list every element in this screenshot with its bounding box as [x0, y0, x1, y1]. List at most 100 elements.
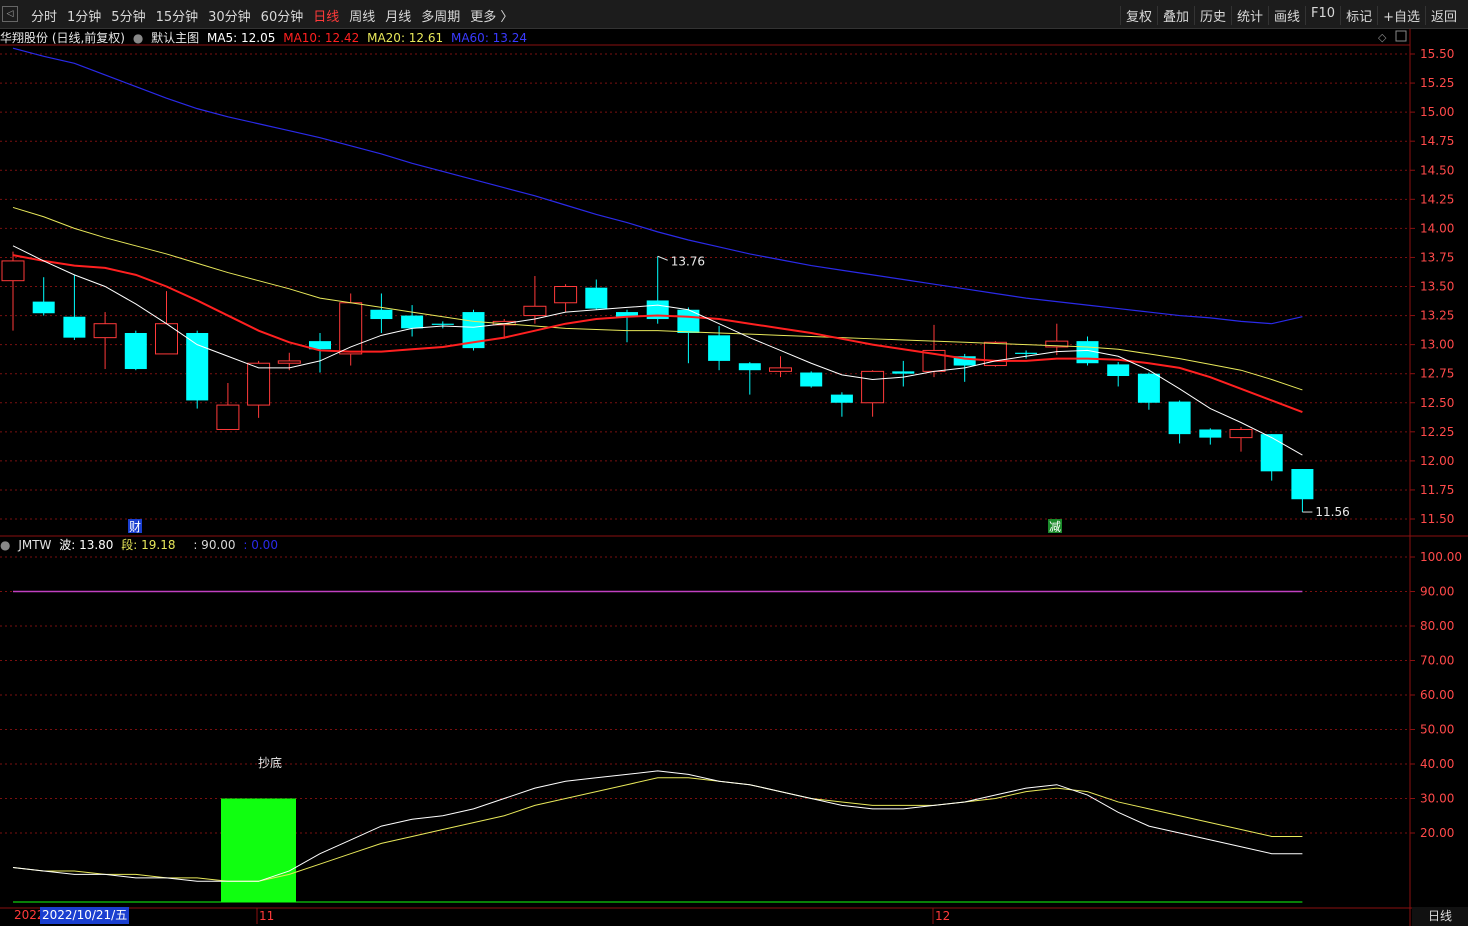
- candle-body: [892, 371, 915, 374]
- period-tab[interactable]: 15分钟: [151, 6, 204, 25]
- ma10-label: MA10: 12.42: [283, 31, 360, 45]
- candle-body: [1229, 428, 1253, 439]
- indicator-axis-label: 30.00: [1420, 792, 1454, 806]
- ma60-line: [12, 47, 1303, 325]
- candle-body: [953, 356, 976, 366]
- tool-button[interactable]: 返回: [1424, 6, 1462, 25]
- indicator-axis-label: 60.00: [1420, 688, 1454, 702]
- price-axis-label: 12.50: [1420, 396, 1454, 410]
- candle-body: [1076, 341, 1099, 364]
- candle-body: [309, 341, 331, 350]
- period-tabs: 分时 1分钟 5分钟 15分钟 30分钟 60分钟 日线 周线 月线 多周期 更多 〉: [26, 6, 518, 25]
- price-axis-label: 11.50: [1420, 512, 1454, 526]
- price-axis-label: 14.00: [1420, 221, 1454, 235]
- price-axis-label: 12.00: [1420, 454, 1454, 468]
- candle-body: [370, 309, 393, 320]
- indicator-line90: : 90.00: [193, 538, 236, 552]
- price-axis-label: 15.50: [1420, 47, 1454, 61]
- ma20-line: [12, 206, 1303, 391]
- signal-bar: [221, 798, 296, 902]
- tool-button[interactable]: F10: [1305, 6, 1340, 25]
- candle-body: [93, 323, 117, 339]
- candle-body: [1107, 364, 1130, 377]
- candle-body: [155, 323, 178, 355]
- price-axis-label: 11.75: [1420, 483, 1454, 497]
- period-tab[interactable]: 30分钟: [203, 6, 256, 25]
- candle-body: [1199, 429, 1222, 438]
- price-axis-label: 13.75: [1420, 250, 1454, 264]
- bo-line: [12, 770, 1303, 882]
- period-tab[interactable]: 日线: [308, 6, 344, 25]
- tool-button[interactable]: 画线: [1268, 6, 1305, 25]
- price-axis-label: 12.25: [1420, 425, 1454, 439]
- template-icon[interactable]: ●: [133, 31, 143, 45]
- candle-body: [431, 323, 454, 325]
- price-axis-label: 12.75: [1420, 367, 1454, 381]
- back-arrow-icon[interactable]: ◁: [2, 6, 18, 22]
- candle-body: [1, 260, 25, 282]
- period-tab[interactable]: 5分钟: [106, 6, 150, 25]
- indicator-axis-label: 20.00: [1420, 826, 1454, 840]
- candle-body: [247, 362, 271, 406]
- price-axis-label: 15.25: [1420, 76, 1454, 90]
- price-axis-label: 13.00: [1420, 338, 1454, 352]
- candle-body: [462, 312, 485, 349]
- candle-body: [554, 286, 578, 304]
- candle-body: [830, 394, 853, 403]
- candle-body: [523, 305, 547, 317]
- indicator-title: ● JMTW 波: 13.80 段: 19.18 : 90.00 : 0.00: [0, 536, 282, 552]
- period-tab[interactable]: 更多 〉: [465, 6, 518, 25]
- tool-button[interactable]: 标记: [1340, 6, 1377, 25]
- period-tab[interactable]: 1分钟: [62, 6, 106, 25]
- ma20-label: MA20: 12.61: [367, 31, 444, 45]
- candle-body: [32, 301, 55, 314]
- top-toolbar: ◁ 分时 1分钟 5分钟 15分钟 30分钟 60分钟 日线 周线 月线 多周期 更多 〉 复权 叠加…: [0, 0, 1468, 29]
- template-name[interactable]: 默认主图: [151, 31, 199, 45]
- ma10-line: [12, 254, 1303, 413]
- axis-month-12: 12: [935, 909, 950, 923]
- candle-body: [922, 349, 946, 372]
- tool-button[interactable]: 历史: [1193, 6, 1231, 25]
- period-tab[interactable]: 60分钟: [256, 6, 309, 25]
- period-tab[interactable]: 分时: [26, 6, 62, 25]
- period-tab[interactable]: 多周期: [416, 6, 465, 25]
- high-price-label: 13.76: [671, 254, 705, 268]
- candle-body: [1291, 469, 1314, 500]
- indicator-settings-icon[interactable]: ●: [0, 538, 10, 552]
- period-tab[interactable]: 月线: [380, 6, 416, 25]
- duan-line: [12, 777, 1303, 882]
- indicator-duan: 段: 19.18: [121, 538, 176, 552]
- candle-body: [1168, 401, 1191, 435]
- tool-button[interactable]: +自选: [1377, 6, 1425, 25]
- candle-body: [983, 341, 1007, 367]
- candle-body: [1137, 373, 1160, 403]
- indicator-name[interactable]: JMTW: [18, 538, 51, 552]
- indicator-axis-label: 100.00: [1420, 550, 1462, 564]
- tool-button[interactable]: 统计: [1231, 6, 1268, 25]
- candle-body: [124, 333, 147, 370]
- period-tab-bottom[interactable]: 日线: [1412, 907, 1468, 926]
- price-axis-label: 14.25: [1420, 192, 1454, 206]
- candle-body: [1045, 340, 1069, 348]
- tool-button[interactable]: 叠加: [1156, 6, 1194, 25]
- candle-body: [1260, 434, 1283, 472]
- indicator-line0: : 0.00: [243, 538, 278, 552]
- indicator-axis-label: 90.00: [1420, 585, 1454, 599]
- candle-body: [401, 315, 424, 329]
- indicator-axis-label: 50.00: [1420, 723, 1454, 737]
- candle-body: [616, 312, 638, 317]
- candle-body: [186, 333, 209, 401]
- stock-title[interactable]: 华翔股份 (日线,前复权): [0, 31, 125, 45]
- ma5-line: [12, 245, 1303, 456]
- indicator-axis-label: 80.00: [1420, 619, 1454, 633]
- tool-button[interactable]: 复权: [1119, 6, 1157, 25]
- axis-month-11: 11: [259, 909, 274, 923]
- cursor-date: 2022/10/21/五: [40, 907, 130, 924]
- period-tab[interactable]: 周线: [344, 6, 380, 25]
- finance-marker: 财: [129, 520, 141, 534]
- candle-body: [492, 320, 516, 326]
- price-axis-label: 15.00: [1420, 105, 1454, 119]
- ma5-label: MA5: 12.05: [206, 31, 276, 45]
- price-axis-label: 13.50: [1420, 280, 1454, 294]
- bottom-signal-label: 抄底: [258, 755, 282, 770]
